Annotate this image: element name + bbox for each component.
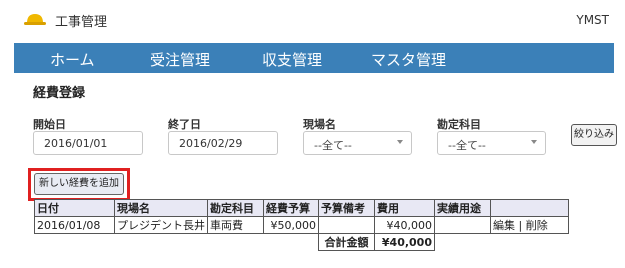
cell-usage [434, 216, 491, 234]
col-usage-header[interactable]: 実績用途 [434, 199, 491, 217]
col-budget-header[interactable]: 経費予算 [263, 199, 319, 217]
start-date-label: 開始日 [33, 118, 66, 131]
cell-actions: 編集 | 削除 [490, 216, 569, 234]
end-date-input[interactable]: 2016/02/29 [168, 131, 278, 155]
site-name-value: --全て-- [314, 139, 352, 152]
start-date-input[interactable]: 2016/01/01 [33, 131, 143, 155]
total-label: 合計金額 [318, 233, 375, 251]
account-label: 勘定科目 [437, 118, 481, 131]
edit-link[interactable]: 編集 [493, 219, 515, 232]
cell-cost: ¥40,000 [374, 216, 435, 234]
page-title: 経費登録 [33, 86, 86, 101]
cell-site: プレジデント長井 [114, 216, 208, 234]
delete-link[interactable]: 削除 [526, 219, 548, 232]
col-cost-header[interactable]: 費用 [374, 199, 435, 217]
action-separator: | [518, 219, 523, 232]
add-expense-button[interactable]: 新しい経費を追加 [34, 173, 124, 195]
col-site-header[interactable]: 現場名 [114, 199, 208, 217]
table-header-row: 日付 現場名 勘定科目 経費予算 予算備考 費用 実績用途 [34, 199, 569, 217]
col-actions-header [490, 199, 569, 217]
col-budget-note-header[interactable]: 予算備考 [318, 199, 375, 217]
account-value: --全て-- [448, 139, 486, 152]
table-row: 2016/01/08 プレジデント長井 車両費 ¥50,000 ¥40,000 … [34, 216, 569, 234]
nav-home[interactable]: ホーム [50, 49, 95, 70]
cell-budget: ¥50,000 [263, 216, 319, 234]
expense-table: 日付 現場名 勘定科目 経費予算 予算備考 費用 実績用途 2016/01/08… [34, 199, 569, 251]
user-name[interactable]: YMST [576, 13, 609, 27]
nav-master[interactable]: マスタ管理 [371, 49, 446, 70]
cell-budget-note [318, 216, 375, 234]
app-title: 工事管理 [55, 15, 108, 30]
chevron-down-icon [531, 140, 537, 144]
filter-button[interactable]: 絞り込み [571, 124, 617, 146]
helmet-icon [24, 14, 46, 25]
chevron-down-icon [397, 140, 403, 144]
total-row: 合計金額 ¥40,000 [35, 233, 569, 251]
col-date-header[interactable]: 日付 [34, 199, 115, 217]
cell-account: 車両費 [207, 216, 264, 234]
top-bar: 工事管理 YMST [0, 0, 625, 42]
main-nav: ホーム 受注管理 収支管理 マスタ管理 [14, 43, 614, 73]
col-account-header[interactable]: 勘定科目 [207, 199, 264, 217]
total-value: ¥40,000 [374, 233, 435, 251]
nav-orders[interactable]: 受注管理 [150, 49, 210, 70]
account-select[interactable]: --全て-- [437, 131, 546, 155]
site-name-select[interactable]: --全て-- [303, 131, 412, 155]
cell-date: 2016/01/08 [34, 216, 115, 234]
nav-income-expense[interactable]: 収支管理 [262, 49, 322, 70]
site-name-label: 現場名 [303, 118, 336, 131]
end-date-label: 終了日 [168, 118, 201, 131]
